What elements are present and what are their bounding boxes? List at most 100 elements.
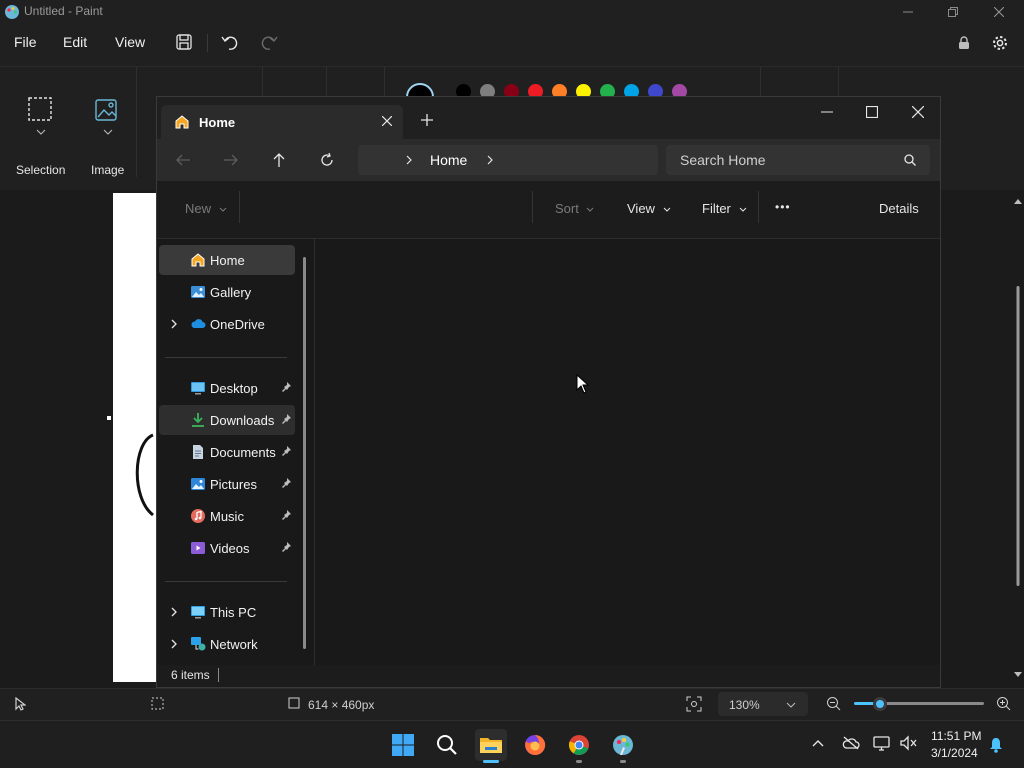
navigation-scrollbar[interactable]: [303, 257, 306, 649]
sidebar-item-downloads[interactable]: Downloads: [159, 405, 295, 435]
new-tab-button[interactable]: [421, 114, 433, 126]
undo-icon: [221, 36, 238, 50]
sidebar-item-documents[interactable]: Documents: [159, 437, 295, 467]
undo-button[interactable]: [221, 33, 239, 51]
chevron-down-icon: [739, 207, 746, 212]
sidebar-divider: [165, 581, 287, 582]
search-box[interactable]: Search Home: [666, 145, 930, 175]
sidebar-item-videos[interactable]: Videos: [159, 533, 295, 563]
gear-icon: [993, 36, 1007, 50]
volume-tray-icon[interactable]: [900, 735, 918, 751]
save-button[interactable]: [176, 34, 192, 50]
taskbar-firefox[interactable]: [519, 729, 551, 761]
item-count: 6 items: [171, 668, 210, 682]
redo-icon: [261, 36, 278, 50]
selection-tool-button[interactable]: [28, 97, 54, 123]
desktop-icon: [191, 382, 205, 395]
clock-time[interactable]: 11:51 PM: [931, 729, 981, 743]
clock-date[interactable]: 3/1/2024: [931, 746, 978, 760]
zoom-in-button[interactable]: [996, 696, 1012, 712]
zoom-slider-thumb[interactable]: [873, 697, 887, 711]
sidebar-item-onedrive[interactable]: OneDrive: [159, 309, 295, 339]
running-indicator: [620, 760, 626, 763]
view-button[interactable]: View: [627, 201, 671, 216]
image-dropdown[interactable]: [103, 129, 113, 135]
network-tray-icon[interactable]: [873, 735, 891, 751]
minimize-button[interactable]: [885, 0, 931, 24]
file-list-area[interactable]: [316, 239, 940, 665]
sidebar-item-gallery[interactable]: Gallery: [159, 277, 295, 307]
file-explorer-window: Home Home Search Home New Sort View Filt…: [156, 96, 941, 688]
selection-icon: [28, 97, 52, 121]
start-button[interactable]: [387, 729, 419, 761]
taskbar-file-explorer[interactable]: [475, 729, 507, 763]
forward-button[interactable]: [224, 154, 238, 166]
selection-size-icon: [151, 697, 164, 710]
address-bar[interactable]: Home: [358, 145, 658, 175]
image-tool-button[interactable]: [95, 97, 121, 123]
refresh-button[interactable]: [320, 153, 334, 167]
canvas-size-text: 614 × 460px: [308, 698, 375, 712]
chevron-right-icon[interactable]: [169, 638, 179, 650]
explorer-close-button[interactable]: [912, 106, 924, 118]
zoom-select[interactable]: 130%: [718, 692, 808, 716]
onedrive-tray-icon[interactable]: [842, 736, 860, 750]
sidebar-item-desktop[interactable]: Desktop: [159, 373, 295, 403]
videos-icon: [191, 542, 205, 554]
tab-home[interactable]: Home: [161, 105, 403, 139]
sidebar-item-pictures[interactable]: Pictures: [159, 469, 295, 499]
sidebar-item-label: Documents: [210, 445, 276, 460]
network-monitor-icon: [873, 736, 890, 751]
zoom-out-button[interactable]: [826, 696, 842, 712]
close-icon: [912, 106, 924, 118]
up-button[interactable]: [273, 153, 285, 167]
zoom-slider[interactable]: [854, 697, 984, 711]
menu-view[interactable]: View: [115, 34, 145, 54]
taskbar-chrome[interactable]: [563, 729, 595, 763]
new-button[interactable]: New: [185, 201, 227, 216]
network-icon: [191, 637, 206, 651]
vertical-scrollbar[interactable]: [1012, 196, 1024, 680]
explorer-minimize-button[interactable]: [821, 111, 833, 113]
home-icon: [175, 115, 189, 129]
sort-button[interactable]: Sort: [555, 201, 594, 216]
sidebar-item-label: Gallery: [210, 285, 252, 300]
explorer-maximize-button[interactable]: [866, 106, 878, 118]
sidebar-item-music[interactable]: Music: [159, 501, 295, 531]
sidebar-divider: [165, 357, 287, 358]
speaker-muted-icon: [900, 735, 917, 751]
details-button[interactable]: Details: [879, 201, 919, 216]
show-hidden-icons-button[interactable]: [812, 739, 824, 747]
taskbar-search-button[interactable]: [431, 729, 463, 761]
settings-button[interactable]: [991, 34, 1009, 52]
paint-status-bar: 614 × 460px 130%: [0, 688, 1024, 720]
chevron-down-icon: [103, 129, 113, 135]
menu-file[interactable]: File: [14, 34, 37, 54]
breadcrumb-home[interactable]: Home: [430, 152, 467, 168]
chevron-right-icon[interactable]: [169, 318, 179, 330]
filter-button[interactable]: Filter: [702, 201, 747, 216]
more-options-button[interactable]: •••: [775, 200, 791, 214]
fit-to-window-button[interactable]: [686, 696, 702, 712]
close-tab-icon[interactable]: [382, 116, 392, 126]
download-icon: [192, 413, 204, 427]
refresh-icon: [321, 153, 333, 166]
firefox-icon: [525, 734, 546, 755]
explorer-status-bar: 6 items: [157, 665, 940, 687]
search-icon: [437, 735, 457, 755]
redo-button[interactable]: [260, 33, 278, 51]
back-button[interactable]: [176, 154, 190, 166]
notifications-button[interactable]: [988, 737, 1004, 753]
selection-dropdown[interactable]: [36, 129, 46, 135]
sidebar-item-this-pc[interactable]: This PC: [159, 597, 295, 627]
close-button[interactable]: [976, 0, 1022, 24]
chevron-right-icon[interactable]: [169, 606, 179, 618]
taskbar-paint[interactable]: [607, 729, 639, 763]
canvas-resize-handle[interactable]: [107, 416, 111, 420]
account-button[interactable]: [958, 36, 970, 50]
sidebar-item-home[interactable]: Home: [159, 245, 295, 275]
sidebar-item-network[interactable]: Network: [159, 629, 295, 659]
menu-edit[interactable]: Edit: [63, 34, 87, 54]
restore-button[interactable]: [930, 0, 976, 24]
minimize-icon: [903, 11, 913, 13]
